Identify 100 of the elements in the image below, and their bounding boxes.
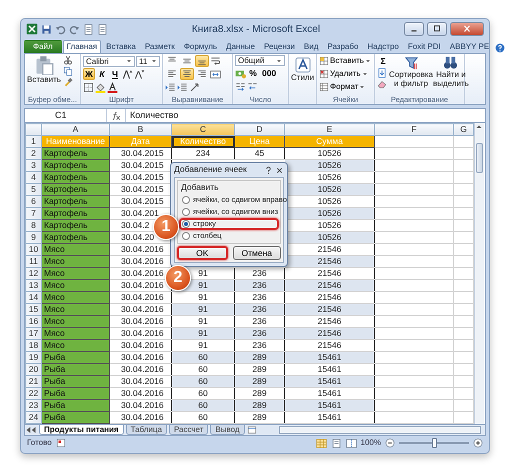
zoom-in-icon[interactable] — [473, 438, 483, 448]
row-number[interactable]: 14 — [26, 292, 42, 304]
font-style-button[interactable]: Ж — [83, 68, 95, 80]
row-number[interactable]: 13 — [26, 280, 42, 292]
brush-icon[interactable] — [62, 77, 73, 87]
fill-down-icon[interactable] — [377, 68, 387, 78]
font-style-button[interactable]: Ч — [109, 68, 121, 80]
ribbon-tab[interactable]: Данные — [222, 40, 259, 53]
row-number[interactable]: 22 — [26, 388, 42, 400]
ribbon-tab[interactable]: Рецензи — [260, 40, 299, 53]
ribbon-tab[interactable]: Вид — [300, 40, 322, 53]
help-icon[interactable] — [264, 166, 273, 174]
orientation-icon[interactable] — [189, 82, 200, 92]
row-number[interactable]: 20 — [26, 364, 42, 376]
find-select-button[interactable]: Найти и выделить — [433, 55, 469, 95]
grow-font-icon[interactable] — [122, 68, 133, 80]
indent-icon[interactable] — [177, 82, 188, 92]
sheet-tab[interactable]: Рассчет — [168, 425, 208, 435]
ribbon-tab[interactable]: Вставка — [102, 40, 140, 53]
radio-button[interactable] — [182, 232, 190, 240]
ribbon-tab[interactable]: Главная — [62, 40, 102, 53]
name-box[interactable]: C1 — [55, 108, 67, 122]
sheet-tab[interactable]: Таблица — [126, 425, 167, 435]
indent-icon[interactable] — [165, 82, 176, 92]
document-icon[interactable] — [83, 24, 94, 34]
row-number[interactable]: 1 — [26, 136, 42, 148]
sheet-tab[interactable]: Продукты питания — [39, 425, 124, 435]
row-number[interactable]: 21 — [26, 376, 42, 388]
new-sheet-icon[interactable] — [246, 425, 257, 435]
close-icon[interactable] — [275, 166, 284, 174]
row-number[interactable]: 6 — [26, 196, 42, 208]
sort-filter-button[interactable]: Сортировка и фильтр — [391, 55, 431, 95]
number-format-field[interactable]: Общий — [235, 55, 285, 66]
ribbon-tab[interactable]: Файл — [24, 40, 62, 53]
paste-button[interactable]: Вставить — [27, 55, 61, 95]
dialog-button[interactable]: Отмена — [232, 246, 281, 260]
row-number[interactable]: 4 — [26, 172, 42, 184]
wrap-text-icon[interactable] — [210, 56, 221, 66]
ribbon-tab[interactable]: Формуль — [180, 40, 222, 53]
row-number[interactable]: 17 — [26, 328, 42, 340]
zoom-slider-thumb[interactable] — [432, 438, 437, 448]
font-style-button[interactable]: К — [96, 68, 108, 80]
scissors-icon[interactable] — [62, 55, 73, 65]
row-number[interactable]: 2 — [26, 148, 42, 160]
horizontal-scrollbar[interactable] — [278, 426, 481, 434]
row-number[interactable]: 10 — [26, 244, 42, 256]
row-number[interactable]: 23 — [26, 400, 42, 412]
column-header[interactable]: E — [284, 124, 374, 136]
sheet-tab[interactable]: Вывод — [210, 425, 245, 435]
column-header[interactable]: G — [454, 124, 474, 136]
row-number[interactable]: 15 — [26, 304, 42, 316]
row-number[interactable]: 7 — [26, 208, 42, 220]
scrollbar-thumb[interactable] — [476, 143, 483, 173]
undo-icon[interactable] — [55, 24, 66, 34]
redo-icon[interactable] — [69, 24, 80, 34]
ribbon-tab[interactable]: Разрабо — [323, 40, 362, 53]
fill-color-icon[interactable] — [95, 82, 106, 92]
font-color-icon[interactable] — [107, 82, 118, 92]
page-break-icon[interactable] — [346, 438, 357, 448]
row-number[interactable]: 9 — [26, 232, 42, 244]
ribbon-tab[interactable]: ABBYY PE — [446, 40, 494, 53]
row-number[interactable]: 24 — [26, 412, 42, 424]
align-bottom-button[interactable] — [195, 55, 209, 67]
styles-button[interactable]: Стили — [291, 55, 314, 104]
dialog-button[interactable]: OK — [177, 246, 228, 260]
row-number[interactable]: 19 — [26, 352, 42, 364]
increase-decimal-icon[interactable] — [235, 80, 246, 92]
cells-button[interactable]: Удалить — [319, 68, 371, 80]
row-number[interactable]: 12 — [26, 268, 42, 280]
ribbon-tab[interactable]: Foxit PDI — [404, 40, 445, 53]
column-header[interactable]: B — [110, 124, 172, 136]
radio-button[interactable] — [182, 220, 190, 228]
page-layout-icon[interactable] — [330, 438, 342, 448]
row-number[interactable]: 11 — [26, 256, 42, 268]
radio-button[interactable] — [182, 208, 190, 216]
close-button[interactable] — [450, 22, 484, 36]
align-center-button[interactable] — [180, 68, 194, 80]
font-size-field[interactable]: 11 — [136, 56, 160, 66]
font-name-field[interactable]: Calibri — [83, 56, 135, 66]
column-header[interactable]: C — [172, 124, 234, 136]
percent-button[interactable]: % — [247, 67, 259, 79]
zoom-out-icon[interactable] — [385, 438, 395, 448]
row-number[interactable]: 8 — [26, 220, 42, 232]
sum-button[interactable]: Σ — [377, 55, 389, 67]
row-number[interactable]: 3 — [26, 160, 42, 172]
macro-icon[interactable] — [56, 438, 66, 448]
tab-navigation-icon[interactable] — [25, 424, 37, 436]
copy-icon[interactable] — [62, 66, 73, 76]
row-number[interactable]: 18 — [26, 340, 42, 352]
column-header[interactable]: F — [374, 124, 454, 136]
radio-button[interactable] — [182, 196, 190, 204]
ribbon-tab[interactable]: Разметк — [140, 40, 179, 53]
row-number[interactable]: 5 — [26, 184, 42, 196]
ribbon-tab[interactable]: Надстро — [363, 40, 403, 53]
row-number[interactable]: 16 — [26, 316, 42, 328]
thousands-button[interactable]: 000 — [260, 67, 278, 79]
maximize-button[interactable] — [427, 22, 447, 36]
decrease-decimal-icon[interactable] — [247, 80, 258, 92]
document-icon[interactable] — [97, 24, 108, 34]
border-icon[interactable] — [83, 82, 94, 92]
